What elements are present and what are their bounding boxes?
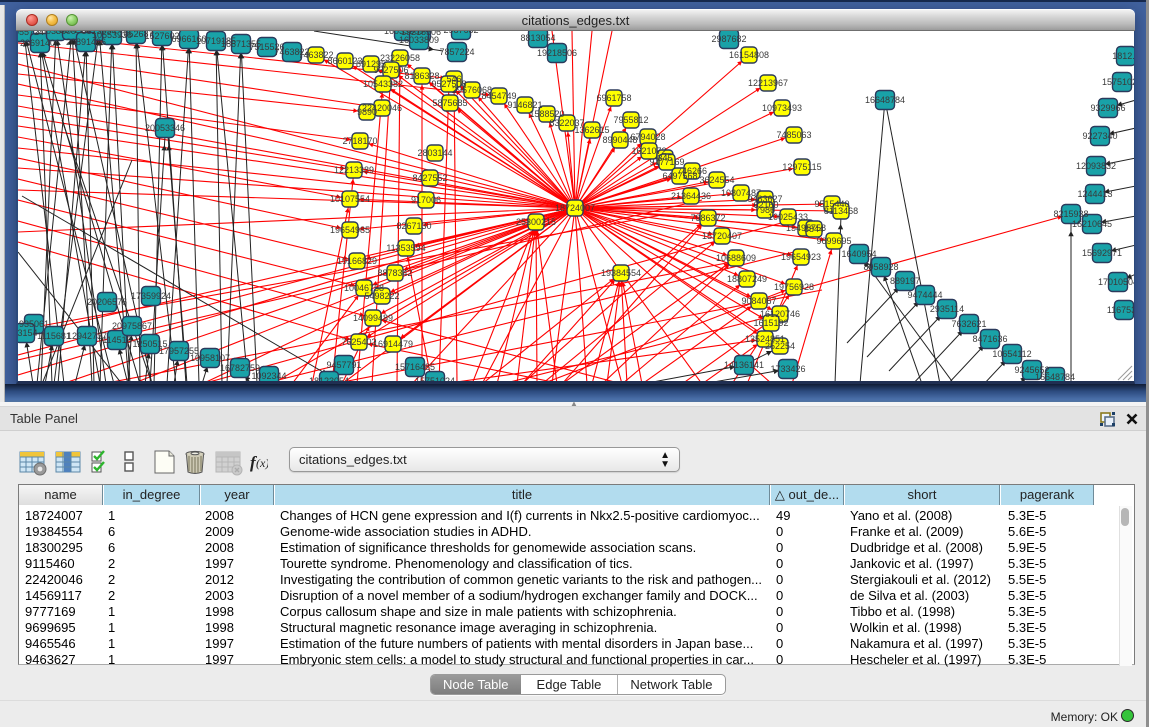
svg-text:14099489: 14099489 [353,313,393,323]
svg-text:33154: 33154 [18,328,38,338]
svg-text:8844: 8844 [804,224,824,234]
svg-text:19654923: 19654923 [781,252,821,262]
svg-text:9329966: 9329966 [1090,103,1125,113]
svg-text:8878342: 8878342 [377,268,412,278]
svg-text:1615192: 1615192 [753,318,788,328]
svg-text:2718170: 2718170 [342,136,377,146]
svg-text:16033809: 16033809 [399,35,439,45]
svg-text:16210645: 16210645 [1072,219,1112,229]
svg-text:20206576: 20206576 [87,297,127,307]
svg-text:6961758: 6961758 [596,93,631,103]
svg-text:8267130: 8267130 [396,221,431,231]
svg-text:14136141: 14136141 [724,360,764,370]
svg-text:252254: 252254 [765,341,795,351]
svg-text:23226058: 23226058 [380,53,420,63]
svg-text:6794028: 6794028 [630,132,665,142]
svg-text:19218506: 19218506 [537,48,577,58]
svg-text:9227340: 9227340 [1082,131,1117,141]
svg-text:21364436: 21364436 [671,191,711,201]
svg-text:7485063: 7485063 [776,130,811,140]
svg-text:8427552: 8427552 [412,173,447,183]
svg-text:18724007: 18724007 [555,203,595,213]
svg-text:7986372: 7986372 [690,213,725,223]
svg-text:889197: 889197 [890,276,920,286]
svg-text:7632621: 7632621 [951,319,986,329]
svg-text:15751024: 15751024 [415,376,455,384]
svg-text:1244413: 1244413 [1077,189,1112,199]
svg-text:(x): (x) [256,456,268,470]
svg-text:25300215: 25300215 [516,217,556,227]
svg-text:3624554: 3624554 [699,175,734,185]
svg-text:19166829: 19166829 [337,256,377,266]
svg-text:15720407: 15720407 [702,231,742,241]
svg-text:5498222: 5498222 [364,291,399,301]
svg-text:12213389: 12213389 [334,165,374,175]
svg-text:10543382: 10543382 [363,79,403,89]
svg-text:9890: 9890 [357,107,377,117]
svg-text:9457791: 9457791 [326,360,361,370]
svg-text:8215938: 8215938 [1053,209,1088,219]
svg-text:15716485: 15716485 [395,362,435,372]
svg-text:18807249: 18807249 [727,274,767,284]
svg-text:10107554: 10107554 [330,194,370,204]
svg-text:2987682: 2987682 [711,34,746,44]
svg-text:5875685: 5875685 [432,98,467,108]
svg-text:1812...: 1812... [1112,51,1135,61]
svg-text:1167533: 1167533 [1107,305,1135,315]
svg-text:9474444: 9474444 [907,290,942,300]
svg-text:7857224: 7857224 [439,47,474,57]
svg-text:9327506: 9327506 [373,65,408,75]
svg-text:20053346: 20053346 [145,123,185,133]
svg-text:1733426: 1733426 [770,364,805,374]
svg-text:16154808: 16154808 [729,50,769,60]
svg-text:15751024: 15751024 [1102,77,1135,87]
svg-text:7986: 7986 [755,205,775,215]
svg-text:15692971: 15692971 [1082,248,1122,258]
svg-text:9699695: 9699695 [816,236,851,246]
svg-text:19756928: 19756928 [774,282,814,292]
svg-text:12975115: 12975115 [782,162,821,172]
svg-text:2803144: 2803144 [417,148,452,158]
svg-text:10958107: 10958107 [190,353,230,363]
svg-text:8813054: 8813054 [520,33,555,43]
svg-text:11353594: 11353594 [386,243,425,253]
svg-text:12942737: 12942737 [67,331,107,341]
svg-text:114519: 114519 [102,335,131,345]
svg-text:2935114: 2935114 [930,304,964,314]
svg-text:7955812: 7955812 [613,115,648,125]
svg-text:20975867: 20975867 [112,321,152,331]
svg-text:16648784: 16648784 [1035,372,1075,382]
svg-text:1115681: 1115681 [37,331,71,341]
svg-text:1092344: 1092344 [251,371,286,381]
svg-text:20691406: 20691406 [20,38,60,48]
svg-text:19654985: 19654985 [330,225,370,235]
svg-text:10973493: 10973493 [762,103,802,113]
svg-text:7625402: 7625402 [341,337,376,347]
svg-text:1362615: 1362615 [574,125,609,135]
svg-text:17010504: 17010504 [1098,277,1135,287]
svg-text:12093832: 12093832 [1076,161,1116,171]
svg-text:917006: 917006 [411,195,441,205]
svg-text:19384554: 19384554 [601,268,641,278]
svg-text:16648784: 16648784 [865,95,905,105]
svg-text:10654112: 10654112 [992,349,1031,359]
svg-text:1640954: 1640954 [841,249,876,259]
svg-text:12213967: 12213967 [748,78,788,88]
svg-text:16914479: 16914479 [373,339,413,349]
svg-text:8958928: 8958928 [863,262,898,272]
svg-text:9084067: 9084067 [741,296,776,306]
svg-text:8113468: 8113468 [824,206,858,216]
svg-text:17359924: 17359924 [131,291,171,301]
svg-text:10688609: 10688609 [716,253,756,263]
svg-text:2987682: 2987682 [443,31,478,35]
svg-text:8471636: 8471636 [972,334,1007,344]
svg-text:18123054: 18123054 [309,376,349,384]
